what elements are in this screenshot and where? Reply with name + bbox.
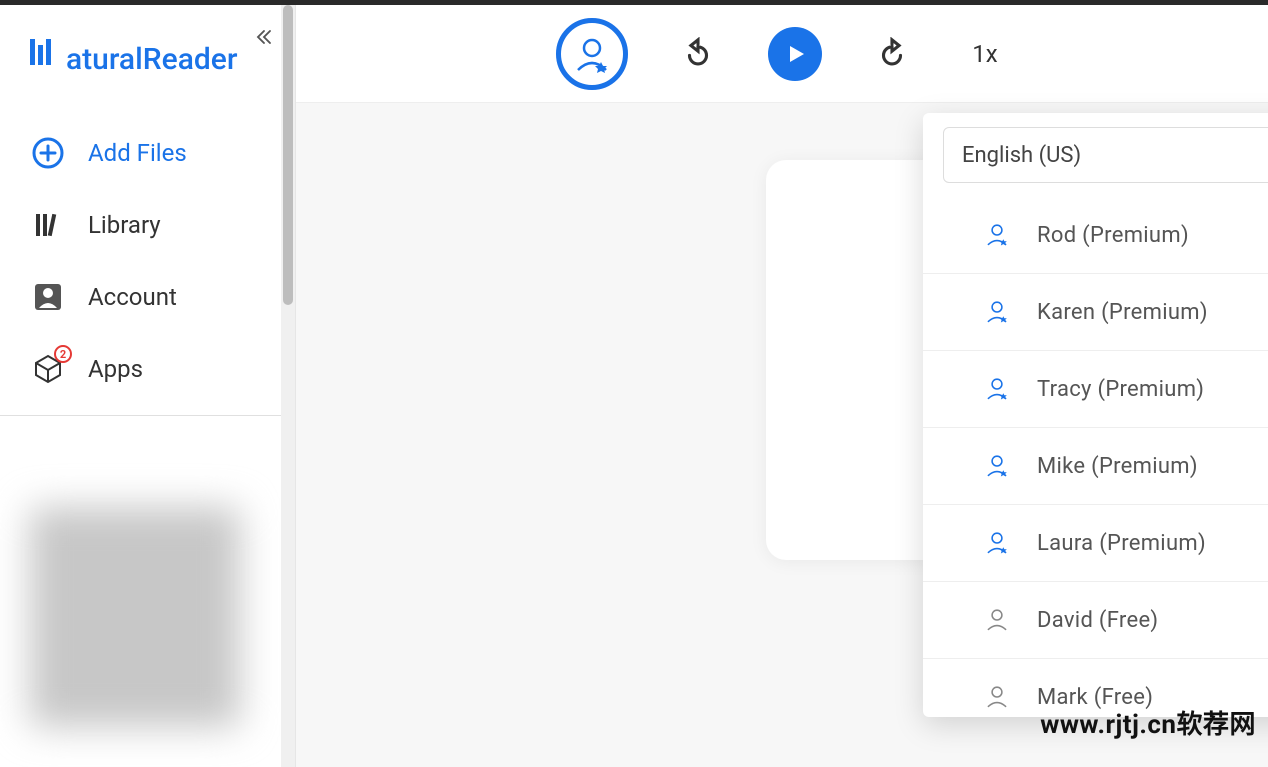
voice-avatar-icon	[979, 602, 1015, 638]
voice-row[interactable]: Tracy (Premium)	[923, 351, 1268, 428]
voice-row[interactable]: Karen (Premium)	[923, 274, 1268, 351]
voice-avatar-icon	[979, 525, 1015, 561]
sidebar-item-library[interactable]: Library	[0, 189, 295, 261]
logo-mark-icon	[28, 33, 64, 69]
voice-avatar-icon	[979, 448, 1015, 484]
voice-avatar-icon	[979, 217, 1015, 253]
person-icon	[983, 683, 1011, 711]
person-star-icon	[572, 34, 612, 74]
speed-button[interactable]: 1x	[962, 40, 1007, 68]
sidebar-nav: Add Files Library Account 2 Apps	[0, 117, 295, 405]
library-icon	[30, 207, 66, 243]
play-button[interactable]	[768, 27, 822, 81]
voice-dropdown-panel: English (US) Rod (Premium)	[923, 113, 1268, 717]
sidebar-scrollbar-thumb[interactable]	[283, 5, 293, 305]
voice-label: Karen (Premium)	[1037, 300, 1268, 325]
voice-avatar-icon	[979, 371, 1015, 407]
sidebar-promo-placeholder	[30, 507, 240, 727]
voice-row[interactable]: Rod (Premium)	[923, 197, 1268, 274]
main-area: 1x English (US)	[296, 5, 1268, 767]
voice-panel-header: English (US)	[923, 113, 1268, 197]
person-star-icon	[983, 298, 1011, 326]
plus-circle-icon	[30, 135, 66, 171]
app-root: aturalReader Add Files Library Account	[0, 0, 1268, 767]
rewind-button[interactable]	[676, 32, 720, 76]
sidebar-item-label: Apps	[88, 355, 143, 383]
watermark-text: www.rjtj.cn软荐网	[1040, 704, 1256, 741]
rewind-icon	[681, 37, 715, 71]
apps-badge: 2	[54, 345, 72, 363]
logo-text: aturalReader	[66, 42, 237, 77]
sidebar-item-apps[interactable]: 2 Apps	[0, 333, 295, 405]
voice-avatar-icon	[979, 294, 1015, 330]
account-icon	[30, 279, 66, 315]
voice-label: Rod (Premium)	[1037, 223, 1268, 248]
sidebar-collapse-button[interactable]	[255, 27, 273, 51]
sidebar: aturalReader Add Files Library Account	[0, 5, 296, 767]
sidebar-divider	[0, 415, 295, 416]
voice-list[interactable]: Rod (Premium) Karen (Premium) Tracy (Pre…	[923, 197, 1268, 717]
voice-avatar-icon	[979, 679, 1015, 715]
sidebar-item-add-files[interactable]: Add Files	[0, 117, 295, 189]
sidebar-item-account[interactable]: Account	[0, 261, 295, 333]
forward-button[interactable]	[870, 32, 914, 76]
voice-row[interactable]: Laura (Premium)	[923, 505, 1268, 582]
sidebar-item-label: Account	[88, 283, 177, 311]
voice-row[interactable]: Mike (Premium)	[923, 428, 1268, 505]
voice-label: David (Free)	[1037, 608, 1268, 633]
forward-icon	[875, 37, 909, 71]
language-select[interactable]: English (US)	[943, 127, 1268, 183]
sidebar-item-label: Add Files	[88, 139, 187, 167]
voice-label: Tracy (Premium)	[1037, 377, 1268, 402]
speed-label: 1x	[972, 40, 997, 68]
sidebar-item-label: Library	[88, 211, 161, 239]
person-star-icon	[983, 452, 1011, 480]
person-star-icon	[983, 221, 1011, 249]
play-icon	[783, 42, 807, 66]
voice-label: Mike (Premium)	[1037, 454, 1268, 479]
voice-row[interactable]: David (Free)	[923, 582, 1268, 659]
apps-icon: 2	[30, 351, 66, 387]
person-star-icon	[983, 375, 1011, 403]
person-icon	[983, 606, 1011, 634]
person-star-icon	[983, 529, 1011, 557]
sidebar-scrollbar[interactable]	[281, 5, 295, 767]
voice-selector-button[interactable]	[556, 18, 628, 90]
language-label: English (US)	[962, 143, 1081, 168]
voice-label: Laura (Premium)	[1037, 531, 1268, 556]
player-toolbar: 1x	[296, 5, 1268, 103]
